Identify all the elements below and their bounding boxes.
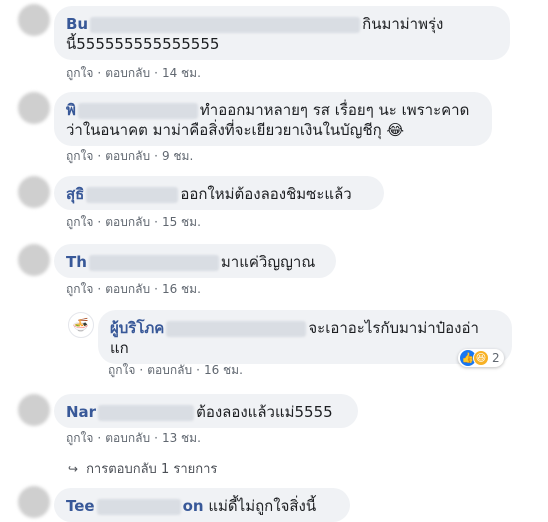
reply-author[interactable]: ผู้บริโภค bbox=[110, 319, 164, 337]
brand-logo-icon: 🍜 bbox=[72, 317, 90, 333]
reply-arrow-icon: ↪ bbox=[68, 462, 79, 476]
comment-author[interactable]: Bu bbox=[66, 15, 88, 33]
redacted-name bbox=[166, 320, 307, 337]
redacted-name bbox=[98, 404, 195, 421]
avatar[interactable] bbox=[18, 486, 50, 518]
timestamp[interactable]: 16 ชม. bbox=[204, 363, 243, 377]
comment-author-tail[interactable]: on bbox=[183, 497, 204, 515]
like-button[interactable]: ถูกใจ bbox=[108, 363, 135, 377]
reply-button[interactable]: ตอบกลับ bbox=[147, 363, 192, 377]
reply-text-cont: แก bbox=[110, 339, 129, 357]
reaction-count: 2 bbox=[492, 351, 500, 365]
comment-bubble: Bu กินมาม่าพรุ่งนี้555555555555555 bbox=[54, 6, 510, 60]
timestamp[interactable]: 16 ชม. bbox=[162, 282, 201, 296]
timestamp[interactable]: 14 ชม. bbox=[162, 66, 201, 80]
timestamp[interactable]: 13 ชม. bbox=[162, 431, 201, 445]
comment-bubble: Nar ต้องลองแล้วแม่5555 bbox=[54, 394, 358, 428]
like-button[interactable]: ถูกใจ bbox=[66, 66, 93, 80]
reply-bubble: ผู้บริโภค จะเอาอะไรกับมาม่าป๋องอ่า แก bbox=[98, 310, 512, 364]
reply-button[interactable]: ตอบกลับ bbox=[105, 66, 150, 80]
comment-actions: ถูกใจ · ตอบกลับ · 15 ชม. bbox=[66, 215, 201, 229]
reaction-summary[interactable]: 👍 😆 2 bbox=[458, 349, 504, 367]
like-button[interactable]: ถูกใจ bbox=[66, 215, 93, 229]
like-button[interactable]: ถูกใจ bbox=[66, 149, 93, 163]
comment-actions: ถูกใจ · ตอบกลับ · 16 ชม. bbox=[66, 282, 201, 296]
comment-actions: ถูกใจ · ตอบกลับ · 13 ชม. bbox=[66, 431, 201, 445]
redacted-name bbox=[88, 254, 219, 271]
like-button[interactable]: ถูกใจ bbox=[66, 282, 93, 296]
comment-author[interactable]: Tee bbox=[66, 497, 95, 515]
comment-bubble: พิ ทำออกมาหลายๆ รส เรื่อยๆ นะ เพราะคาดว่า… bbox=[54, 92, 492, 146]
comment-text: ต้องลองแล้วแม่5555 bbox=[196, 403, 333, 421]
view-replies-label: การตอบกลับ 1 รายการ bbox=[86, 462, 218, 477]
laughing-emoji-icon: 😂 bbox=[386, 121, 405, 139]
comment-author[interactable]: พิ bbox=[66, 101, 76, 119]
comment-bubble: สุธิ ออกใหม่ต้องลองชิมซะแล้ว bbox=[54, 176, 384, 210]
avatar[interactable] bbox=[18, 394, 50, 426]
avatar[interactable] bbox=[18, 92, 50, 124]
reply-button[interactable]: ตอบกลับ bbox=[105, 282, 150, 296]
redacted-name bbox=[86, 186, 179, 203]
reply-actions: ถูกใจ · ตอบกลับ · 16 ชม. bbox=[108, 363, 243, 377]
reply-text: จะเอาอะไรกับมาม่าป๋องอ่า bbox=[308, 319, 479, 337]
redacted-name bbox=[90, 16, 361, 33]
comment-bubble: Tee on แม่ดี้ไม่ถูกใจสิ่งนี้ bbox=[54, 488, 350, 522]
reply-button[interactable]: ตอบกลับ bbox=[105, 431, 150, 445]
reply-button[interactable]: ตอบกลับ bbox=[105, 215, 150, 229]
comment-author[interactable]: Nar bbox=[66, 403, 96, 421]
timestamp[interactable]: 9 ชม. bbox=[162, 149, 193, 163]
comment-author[interactable]: Th bbox=[66, 253, 87, 271]
comment-actions: ถูกใจ · ตอบกลับ · 14 ชม. bbox=[66, 66, 201, 80]
reply-button[interactable]: ตอบกลับ bbox=[105, 149, 150, 163]
comment-text: ออกใหม่ต้องลองชิมซะแล้ว bbox=[180, 185, 352, 203]
view-replies-link[interactable]: ↪ การตอบกลับ 1 รายการ bbox=[68, 458, 217, 479]
redacted-name bbox=[77, 102, 198, 119]
comment-text: แม่ดี้ไม่ถูกใจสิ่งนี้ bbox=[208, 497, 317, 515]
timestamp[interactable]: 15 ชม. bbox=[162, 215, 201, 229]
avatar[interactable] bbox=[18, 176, 50, 208]
redacted-name bbox=[96, 498, 181, 515]
like-button[interactable]: ถูกใจ bbox=[66, 431, 93, 445]
comment-text: มาแค่วิญญาณ bbox=[220, 253, 316, 271]
avatar[interactable] bbox=[18, 244, 50, 276]
comment-author[interactable]: สุธิ bbox=[66, 185, 84, 203]
haha-icon: 😆 bbox=[473, 350, 489, 366]
avatar[interactable] bbox=[18, 4, 50, 36]
comment-actions: ถูกใจ · ตอบกลับ · 9 ชม. bbox=[66, 149, 194, 163]
comment-bubble: Th มาแค่วิญญาณ bbox=[54, 244, 336, 278]
page-avatar[interactable]: 🍜 bbox=[68, 312, 94, 338]
